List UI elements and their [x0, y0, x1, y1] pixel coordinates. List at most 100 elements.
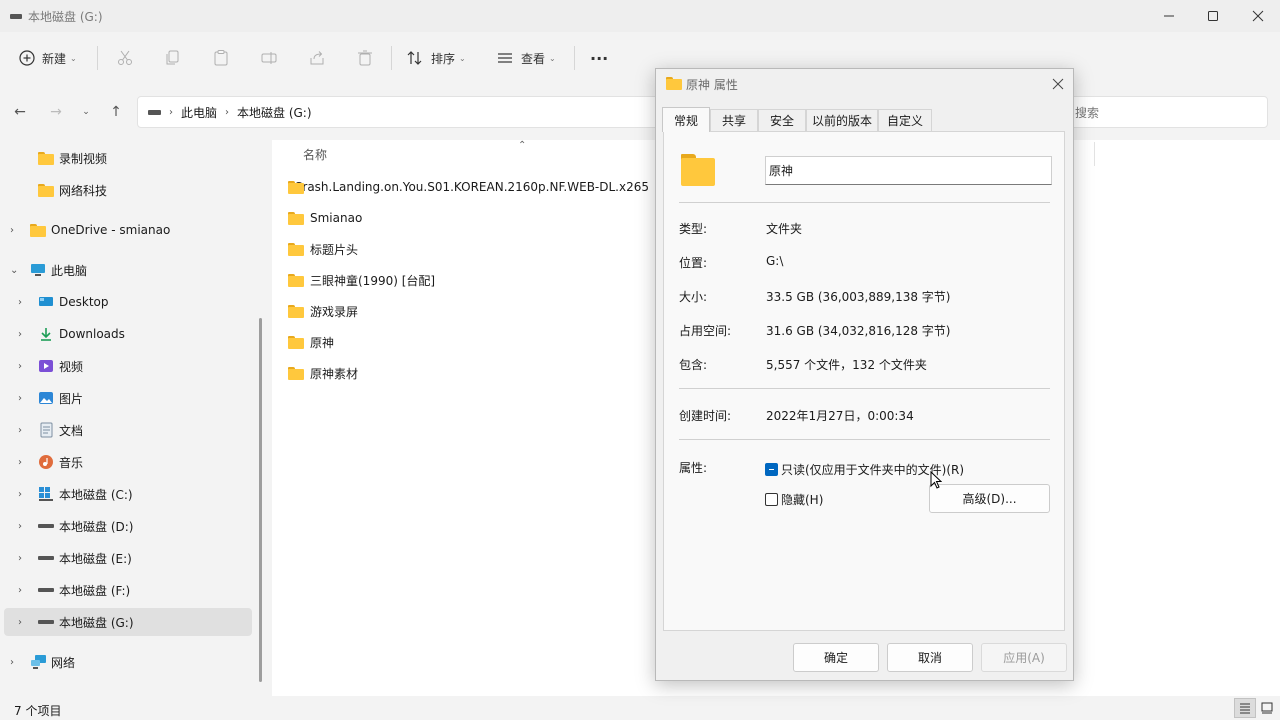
sidebar-scrollbar[interactable] [259, 318, 262, 682]
copy-button[interactable] [164, 44, 182, 72]
file-row[interactable]: Smianao [288, 204, 648, 232]
ok-button[interactable]: 确定 [793, 643, 879, 672]
sidebar-item-this-pc[interactable]: ⌄ 此电脑 [4, 256, 252, 284]
sidebar-item-drive-e[interactable]: › 本地磁盘 (E:) [4, 544, 252, 572]
back-button[interactable]: ← [8, 100, 32, 124]
sidebar-item-drive-c[interactable]: › 本地磁盘 (C:) [4, 480, 252, 508]
folder-icon [38, 184, 54, 197]
chevron-right-icon[interactable]: › [18, 393, 22, 404]
paste-button[interactable] [212, 44, 230, 72]
tab-general[interactable]: 常规 [662, 107, 710, 132]
delete-button[interactable] [356, 44, 374, 72]
drive-icon [10, 14, 22, 19]
chevron-down-icon[interactable]: ⌄ [10, 265, 18, 276]
chevron-right-icon[interactable]: › [18, 489, 22, 500]
breadcrumb-this-pc[interactable]: 此电脑 [181, 104, 217, 121]
chevron-right-icon[interactable]: › [18, 521, 22, 532]
file-row[interactable]: 游戏录屏 [288, 297, 648, 325]
close-button[interactable] [1235, 0, 1280, 32]
dialog-title: 原神 属性 [686, 78, 738, 92]
folder-icon [288, 211, 304, 225]
status-bar: 7 个项目 [0, 698, 1280, 720]
address-bar[interactable]: › 此电脑 › 本地磁盘 (G:) [137, 96, 667, 128]
tab-customize[interactable]: 自定义 [878, 109, 932, 131]
sidebar-item-network[interactable]: › 网络 [4, 648, 252, 676]
sidebar-item-network-tech[interactable]: 网络科技 [4, 176, 252, 204]
rename-button[interactable] [260, 44, 278, 72]
type-value: 文件夹 [766, 222, 803, 236]
file-row[interactable]: 原神 [288, 328, 648, 356]
recent-locations-button[interactable]: ⌄ [74, 100, 98, 124]
tab-security[interactable]: 安全 [758, 109, 806, 131]
breadcrumb-drive-g[interactable]: 本地磁盘 (G:) [237, 104, 312, 121]
sidebar-item-label: 本地磁盘 (D:) [59, 519, 134, 534]
apply-button[interactable]: 应用(A) [981, 643, 1067, 672]
tab-previous-versions[interactable]: 以前的版本 [806, 109, 878, 131]
chevron-right-icon[interactable]: › [18, 617, 22, 628]
drive-icon [38, 588, 54, 592]
file-row[interactable]: Crash.Landing.on.You.S01.KOREAN.2160p.NF… [288, 173, 648, 201]
window-title: 本地磁盘 (G:) [28, 10, 103, 24]
sidebar-item-desktop[interactable]: › Desktop [4, 288, 252, 316]
sidebar-item-recorded-videos[interactable]: 录制视频 [4, 144, 252, 172]
sidebar-item-pictures[interactable]: › 图片 [4, 384, 252, 412]
sidebar-item-drive-f[interactable]: › 本地磁盘 (F:) [4, 576, 252, 604]
copy-icon [166, 50, 179, 65]
large-icons-view-button[interactable] [1256, 698, 1278, 718]
close-icon [1252, 10, 1264, 22]
dialog-close-button[interactable] [1046, 72, 1070, 96]
tab-sharing[interactable]: 共享 [710, 109, 758, 131]
cut-icon [118, 50, 132, 65]
sidebar-item-downloads[interactable]: › Downloads [4, 320, 252, 348]
folder-name-value: 原神 [769, 164, 794, 178]
chevron-right-icon[interactable]: › [18, 457, 22, 468]
file-row[interactable]: 三眼神童(1990) [台配] [288, 266, 648, 294]
chevron-right-icon[interactable]: › [18, 361, 22, 372]
chevron-right-icon[interactable]: › [18, 585, 22, 596]
paste-icon [214, 50, 228, 66]
chevron-right-icon[interactable]: › [18, 425, 22, 436]
sidebar-item-onedrive[interactable]: › OneDrive - smianao [4, 216, 252, 244]
cancel-button[interactable]: 取消 [887, 643, 973, 672]
hidden-checkbox[interactable]: 隐藏(H) [765, 491, 823, 508]
contains-label: 包含: [679, 358, 708, 372]
forward-button[interactable]: → [44, 100, 68, 124]
sidebar-item-label: 文档 [59, 423, 84, 438]
sidebar-item-label: 此电脑 [51, 263, 88, 278]
file-row[interactable]: 标题片头 [288, 235, 648, 263]
sidebar-item-drive-d[interactable]: › 本地磁盘 (D:) [4, 512, 252, 540]
sidebar-item-label: 本地磁盘 (F:) [59, 583, 131, 598]
sidebar-item-documents[interactable]: › 文档 [4, 416, 252, 444]
video-icon [39, 360, 53, 372]
sort-button[interactable]: 排序 ⌄ [406, 44, 466, 72]
column-divider[interactable] [1094, 142, 1095, 166]
chevron-right-icon[interactable]: › [18, 329, 22, 340]
sort-icon [407, 51, 422, 65]
details-view-button[interactable] [1234, 698, 1256, 718]
picture-icon [39, 392, 53, 404]
new-button[interactable]: 新建 ⌄ [18, 44, 77, 72]
arrow-right-icon: → [50, 104, 62, 120]
up-button[interactable]: ↑ [104, 100, 128, 124]
share-icon [310, 51, 324, 65]
more-options-button[interactable]: ··· [590, 44, 608, 72]
chevron-right-icon[interactable]: › [18, 297, 22, 308]
file-row[interactable]: 原神素材 [288, 359, 648, 387]
maximize-button[interactable] [1190, 0, 1236, 32]
column-header-name[interactable]: 名称 [303, 146, 327, 163]
chevron-down-icon: ⌄ [459, 53, 466, 63]
chevron-right-icon[interactable]: › [10, 225, 14, 236]
folder-name-input[interactable]: 原神 [765, 156, 1052, 185]
minimize-button[interactable] [1146, 0, 1192, 32]
command-bar: 新建 ⌄ 排序 ⌄ 查看 ⌄ ··· [0, 32, 1280, 84]
chevron-right-icon[interactable]: › [18, 553, 22, 564]
sidebar-item-music[interactable]: › 音乐 [4, 448, 252, 476]
sidebar-item-videos[interactable]: › 视频 [4, 352, 252, 380]
advanced-button[interactable]: 高级(D)... [929, 484, 1050, 513]
share-button[interactable] [308, 44, 326, 72]
search-input[interactable]: 搜索 [1068, 96, 1268, 128]
chevron-right-icon[interactable]: › [10, 657, 14, 668]
cut-button[interactable] [116, 44, 134, 72]
sidebar-item-drive-g[interactable]: › 本地磁盘 (G:) [4, 608, 252, 636]
view-button[interactable]: 查看 ⌄ [496, 44, 556, 72]
